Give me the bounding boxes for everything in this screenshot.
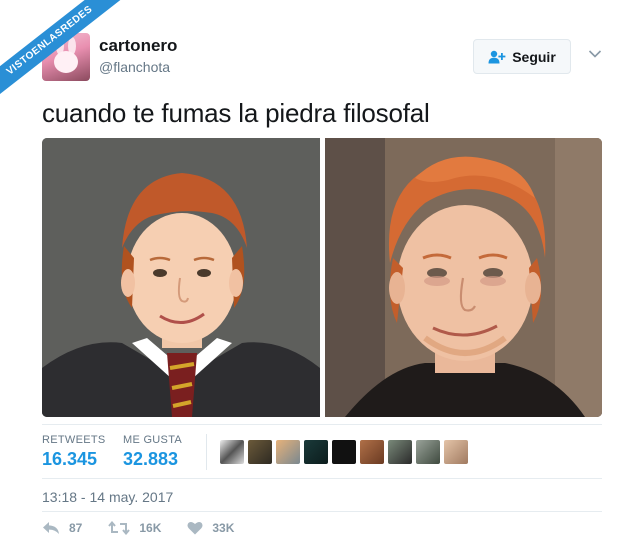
avatar[interactable]: [304, 440, 328, 464]
avatar[interactable]: [332, 440, 356, 464]
avatar[interactable]: [220, 440, 244, 464]
avatar[interactable]: [388, 440, 412, 464]
retweets-stat[interactable]: RETWEETS 16.345: [42, 434, 106, 470]
avatar[interactable]: [416, 440, 440, 464]
retweet-button[interactable]: 16K: [108, 521, 161, 535]
watermark-text: VISTOENLASREDES: [0, 0, 128, 106]
divider: [42, 424, 602, 425]
avatar[interactable]: [360, 440, 384, 464]
tweet-timestamp[interactable]: 13:18 - 14 may. 2017: [42, 489, 173, 505]
follow-label: Seguir: [512, 48, 556, 65]
heart-icon: [187, 522, 203, 535]
chevron-down-icon[interactable]: [588, 49, 602, 59]
retweet-icon: [108, 521, 131, 535]
reply-icon: [43, 522, 59, 534]
avatar[interactable]: [276, 440, 300, 464]
retweet-count: 16K: [139, 521, 162, 535]
likes-count: 32.883: [123, 449, 179, 469]
divider: [42, 511, 602, 512]
retweets-count: 16.345: [42, 449, 98, 469]
likes-stat[interactable]: ME GUSTA 32.883: [123, 434, 182, 470]
likes-label: ME GUSTA: [123, 434, 183, 446]
stats-divider: [206, 434, 207, 470]
like-button[interactable]: 33K: [187, 521, 234, 535]
photo-right[interactable]: [325, 138, 602, 417]
avatar[interactable]: [444, 440, 468, 464]
avatar[interactable]: [248, 440, 272, 464]
reply-count: 87: [69, 521, 83, 535]
tweet-actions: 87 16K 33K: [42, 521, 260, 535]
divider: [42, 478, 602, 479]
add-user-icon: [488, 50, 506, 63]
watermark: VISTOENLASREDES: [0, 0, 140, 140]
photo-left[interactable]: [42, 138, 320, 417]
reply-button[interactable]: 87: [42, 521, 82, 535]
liker-avatars: [220, 440, 468, 464]
tweet-media[interactable]: [42, 138, 602, 417]
retweets-label: RETWEETS: [42, 434, 106, 446]
follow-button[interactable]: Seguir: [473, 39, 571, 74]
like-count: 33K: [212, 521, 235, 535]
